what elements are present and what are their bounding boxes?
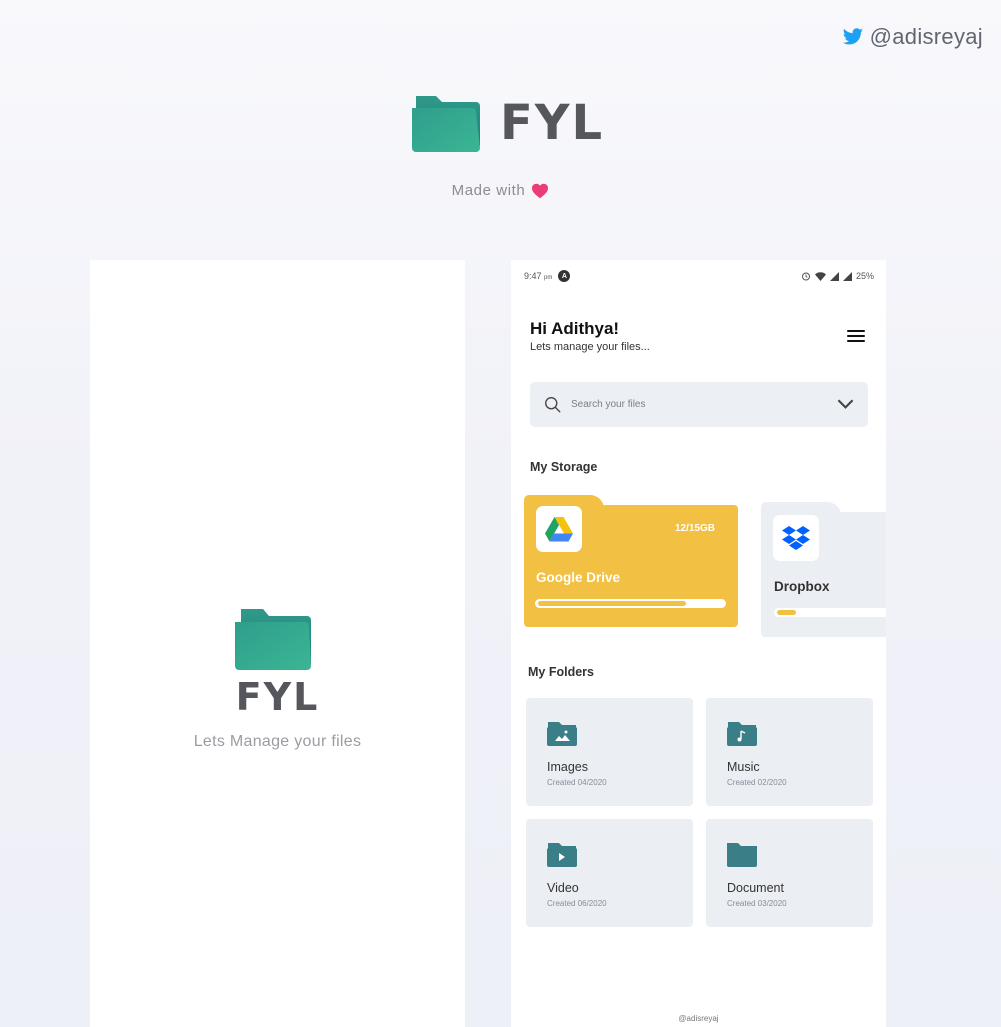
folder-tile-images[interactable]: Images Created 04/2020	[526, 698, 693, 806]
twitter-handle[interactable]: @adisreyaj	[842, 24, 983, 50]
dropbox-icon	[773, 515, 819, 561]
splash-brand-name: FYL	[235, 675, 320, 719]
folder-tile-video[interactable]: Video Created 06/2020	[526, 819, 693, 927]
video-folder-icon	[547, 843, 577, 867]
folder-logo-icon	[410, 92, 482, 154]
search-icon	[545, 397, 561, 413]
folder-date: Created 02/2020	[727, 778, 787, 787]
footer-handle: @adisreyaj	[678, 1014, 719, 1023]
folder-name: Document	[727, 881, 784, 895]
music-folder-icon	[727, 722, 757, 746]
made-with-text: Made with	[451, 182, 526, 199]
storage-progress-fill	[777, 610, 796, 615]
image-folder-icon	[547, 722, 577, 746]
brand-logo: FYL	[410, 92, 604, 154]
signal-icon	[842, 271, 852, 281]
home-screen: 9:47 pm A 25% Hi Adithya! Lets manage yo…	[511, 260, 886, 1027]
search-bar[interactable]	[530, 382, 868, 427]
splash-screen: FYL Lets Manage your files	[90, 260, 465, 1027]
battery-level: 25%	[855, 271, 874, 281]
alarm-icon	[801, 272, 810, 281]
twitter-handle-text: @adisreyaj	[869, 24, 983, 49]
folder-date: Created 04/2020	[547, 778, 607, 787]
folder-tile-document[interactable]: Document Created 03/2020	[706, 819, 873, 927]
storage-progress-fill	[538, 601, 686, 606]
wifi-icon	[814, 271, 826, 281]
brand-name: FYL	[500, 95, 605, 151]
storage-progress-bar	[774, 608, 886, 617]
hamburger-menu-icon[interactable]	[847, 330, 865, 344]
folder-date: Created 06/2020	[547, 899, 607, 908]
folder-date: Created 03/2020	[727, 899, 787, 908]
folder-name: Video	[547, 881, 579, 895]
storage-progress-bar	[535, 599, 726, 608]
folder-logo-icon	[233, 606, 313, 672]
splash-tagline: Lets Manage your files	[193, 733, 362, 750]
signal-icon	[829, 271, 839, 281]
folder-name: Images	[547, 760, 588, 774]
my-folders-title: My Folders	[528, 665, 594, 679]
heart-icon	[532, 183, 549, 198]
storage-capacity: 12/15GB	[675, 523, 716, 534]
storage-card-dropbox[interactable]: Dropbox	[761, 502, 886, 637]
folder-name: Music	[727, 760, 760, 774]
storage-name: Google Drive	[536, 570, 621, 585]
google-drive-icon	[536, 506, 582, 552]
greeting-title: Hi Adithya!	[530, 319, 620, 338]
greeting-subtitle: Lets manage your files...	[530, 341, 650, 353]
twitter-icon	[842, 28, 863, 45]
storage-name: Dropbox	[774, 579, 830, 594]
chevron-down-icon[interactable]	[837, 396, 854, 413]
search-input[interactable]	[571, 399, 837, 410]
status-time: 9:47 pm	[524, 271, 553, 281]
document-folder-icon	[727, 843, 757, 867]
storage-card-google-drive[interactable]: 12/15GB Google Drive	[524, 495, 738, 627]
made-with-caption: Made with	[0, 182, 1001, 199]
folder-tile-music[interactable]: Music Created 02/2020	[706, 698, 873, 806]
status-bar: 9:47 pm A 25%	[524, 268, 874, 284]
notification-icon: A	[558, 270, 571, 282]
my-storage-title: My Storage	[530, 460, 598, 474]
